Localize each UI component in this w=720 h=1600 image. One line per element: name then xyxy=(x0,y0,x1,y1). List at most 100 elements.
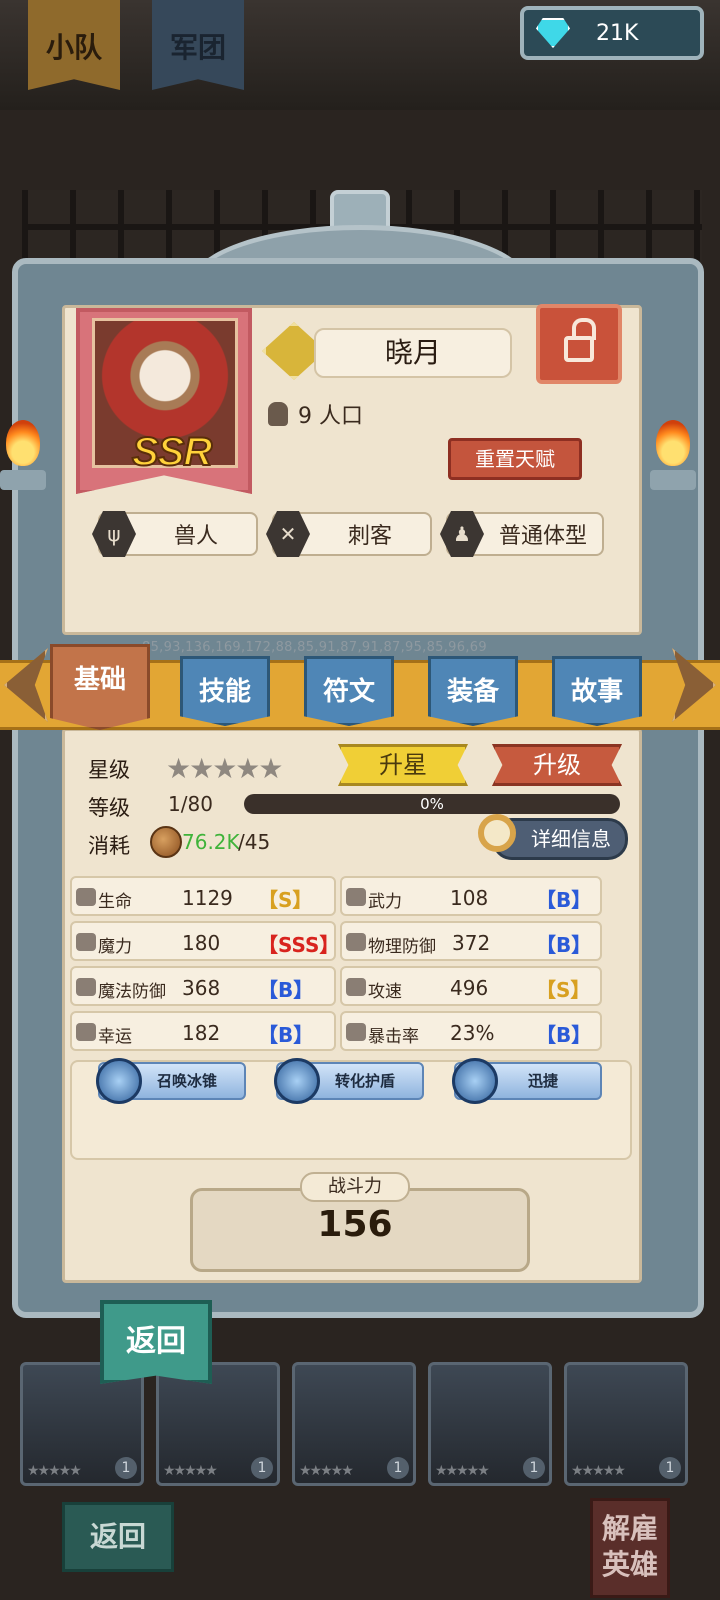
hero-card[interactable]: ★★★★★ 1 xyxy=(20,1362,144,1486)
card-stars: ★★★★★ xyxy=(299,1463,354,1479)
reset-talent-button[interactable]: 重置天赋 xyxy=(448,438,582,480)
stat-grade: 【B】 xyxy=(258,1023,314,1047)
dismiss-hero-button[interactable]: 解雇英雄 xyxy=(590,1498,670,1598)
faded-number-row: 85,93,136,169,172,88,85,91,87,91,87,95,8… xyxy=(142,640,487,655)
population-icon xyxy=(268,402,288,426)
trait-label: 刺客 xyxy=(347,524,392,549)
lock-button[interactable] xyxy=(536,304,622,384)
stat-value: 180 xyxy=(182,931,221,955)
heart-icon xyxy=(76,888,96,906)
power-value: 156 xyxy=(317,1204,393,1245)
population-value: 9 人口 xyxy=(298,404,363,429)
stat-value: 496 xyxy=(450,976,489,1000)
ice-spike-icon xyxy=(96,1058,142,1104)
magnifier-icon xyxy=(478,814,516,852)
magic-shield-icon xyxy=(76,978,96,996)
acorn-icon xyxy=(150,826,182,858)
level-value: 1/80 xyxy=(168,792,213,816)
bottom-back-button[interactable]: 返回 xyxy=(62,1502,174,1572)
hero-card[interactable]: ★★★★★ 1 xyxy=(428,1362,552,1486)
xp-progress-bar: 0% xyxy=(244,794,620,814)
stat-physical-defense: 物理防御 372 【B】 xyxy=(340,921,602,961)
stat-name: 幸运 xyxy=(98,1027,132,1047)
trait-race[interactable]: ψ 兽人 xyxy=(92,511,258,557)
stat-grade: 【B】 xyxy=(258,978,314,1002)
sword-icon xyxy=(346,888,366,906)
level-up-button[interactable]: 升级 xyxy=(492,744,622,786)
stat-name: 魔力 xyxy=(98,937,132,957)
stat-value: 23% xyxy=(450,1021,495,1045)
stat-grade: 【SSS】 xyxy=(258,933,340,957)
stat-value: 108 xyxy=(450,886,489,910)
population-row: 9 人口 xyxy=(268,398,363,430)
torch-icon xyxy=(650,420,696,500)
sparkle-icon xyxy=(76,933,96,951)
trait-label: 普通体型 xyxy=(498,524,587,549)
level-label: 等级 xyxy=(88,796,130,820)
diamond-icon xyxy=(536,18,570,48)
trait-label: 兽人 xyxy=(173,524,218,549)
hero-card[interactable]: ★★★★★ 1 xyxy=(564,1362,688,1486)
stat-luck: 幸运 182 【B】 xyxy=(70,1011,336,1051)
stat-name: 攻速 xyxy=(368,982,402,1002)
cost-owned: 76.2K xyxy=(182,830,240,854)
stat-magic-defense: 魔法防御 368 【B】 xyxy=(70,966,336,1006)
stat-grade: 【S】 xyxy=(258,888,313,912)
stat-name: 武力 xyxy=(368,892,402,912)
card-level: 1 xyxy=(387,1457,409,1479)
stat-name: 暴击率 xyxy=(368,1027,419,1047)
shield-skill-icon xyxy=(274,1058,320,1104)
star-up-button[interactable]: 升星 xyxy=(338,744,468,786)
crossed-daggers-icon: ✕ xyxy=(266,511,310,557)
tab-basic[interactable]: 基础 xyxy=(50,644,150,730)
power-label: 战斗力 xyxy=(300,1172,410,1202)
stat-grade: 【B】 xyxy=(536,1023,592,1047)
card-level: 1 xyxy=(251,1457,273,1479)
card-stars: ★★★★★ xyxy=(435,1463,490,1479)
stat-hp: 生命 1129 【S】 xyxy=(70,876,336,916)
back-button[interactable]: 返回 xyxy=(100,1300,212,1384)
stat-value: 372 xyxy=(452,931,491,955)
card-level: 1 xyxy=(523,1457,545,1479)
tab-legion[interactable]: 军团 xyxy=(152,0,244,90)
stat-grade: 【S】 xyxy=(536,978,591,1002)
hero-card[interactable]: ★★★★★ 1 xyxy=(292,1362,416,1486)
trait-class[interactable]: ✕ 刺客 xyxy=(266,511,432,557)
tab-skills[interactable]: 技能 xyxy=(180,656,270,726)
card-stars: ★★★★★ xyxy=(571,1463,626,1479)
burst-icon xyxy=(346,1023,366,1041)
stat-crit-rate: 暴击率 23% 【B】 xyxy=(340,1011,602,1051)
clover-icon xyxy=(76,1023,96,1041)
card-stars: ★★★★★ xyxy=(163,1463,218,1479)
xp-percent: 0% xyxy=(420,795,444,813)
card-level: 1 xyxy=(659,1457,681,1479)
gem-amount: 21K xyxy=(596,20,639,46)
tab-squad[interactable]: 小队 xyxy=(28,0,120,90)
body-icon: ♟ xyxy=(440,511,484,557)
cost-label: 消耗 xyxy=(88,834,130,858)
trait-body[interactable]: ♟ 普通体型 xyxy=(440,511,604,557)
shield-icon xyxy=(346,933,366,951)
stat-name: 生命 xyxy=(98,892,132,912)
stat-value: 1129 xyxy=(182,886,233,910)
torch-icon xyxy=(0,420,46,500)
hero-card[interactable]: ★★★★★ 1 xyxy=(156,1362,280,1486)
stat-name: 物理防御 xyxy=(368,937,436,957)
claw-icon: ψ xyxy=(92,511,136,557)
rarity-badge: SSR xyxy=(131,429,213,475)
gem-counter[interactable]: 21K xyxy=(520,6,704,60)
tab-story[interactable]: 故事 xyxy=(552,656,642,726)
stat-magic: 魔力 180 【SSS】 xyxy=(70,921,340,961)
swift-skill-icon xyxy=(452,1058,498,1104)
star-label: 星级 xyxy=(88,758,130,782)
stat-grade: 【B】 xyxy=(536,888,592,912)
tab-runes[interactable]: 符文 xyxy=(304,656,394,726)
stat-attack: 武力 108 【B】 xyxy=(340,876,602,916)
unlock-icon xyxy=(564,318,596,362)
stat-attack-speed: 攻速 496 【S】 xyxy=(340,966,602,1006)
star-rating: ★★★★★ xyxy=(166,752,284,785)
hero-name: 晓月 xyxy=(314,328,512,378)
tab-equipment[interactable]: 装备 xyxy=(428,656,518,726)
stat-name: 魔法防御 xyxy=(98,982,166,1002)
stat-grade: 【B】 xyxy=(536,933,592,957)
